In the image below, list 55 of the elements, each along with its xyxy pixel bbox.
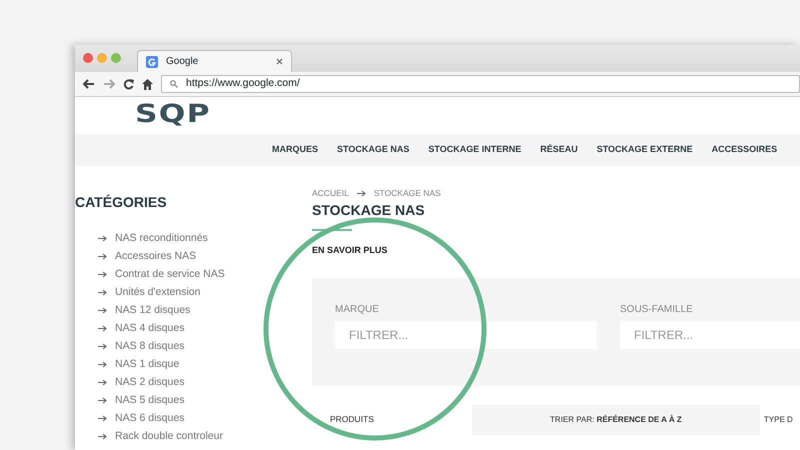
nav-link[interactable]: STOCKAGE EXTERNE	[596, 143, 693, 157]
category-link[interactable]: Rack double controleur	[115, 427, 223, 445]
close-window-icon[interactable]	[83, 52, 93, 62]
search-icon	[170, 80, 178, 88]
filter-input[interactable]: FILTRER...	[620, 320, 800, 349]
breadcrumb-link[interactable]: ACCUEIL	[312, 187, 349, 200]
arrow-icon	[98, 324, 107, 332]
category-link[interactable]: NAS 4 disques	[115, 319, 184, 337]
nav-link[interactable]: STOCKAGE NAS	[337, 143, 410, 157]
nav-link[interactable]: STOCKAGE INTERNE	[428, 143, 522, 157]
browser-tab[interactable]: Google	[137, 50, 292, 72]
tab-title: Google	[166, 55, 200, 69]
category-link[interactable]: NAS 6 disques	[115, 409, 184, 427]
nav-link[interactable]: MARQUES	[272, 143, 318, 157]
g-favicon-icon	[146, 56, 158, 68]
category-link[interactable]: Accessoires NAS	[115, 247, 196, 265]
address-bar[interactable]: https://www.google.com/	[161, 75, 800, 93]
nav-link[interactable]: RÉSEAU	[540, 143, 578, 157]
sidebar-title: CATÉGORIES	[75, 193, 168, 212]
back-icon[interactable]	[83, 79, 95, 89]
arrow-icon	[98, 234, 107, 242]
arrow-icon	[98, 288, 107, 296]
logo[interactable]: SQP	[135, 99, 211, 129]
category-link[interactable]: Contrat de service NAS	[115, 265, 225, 283]
arrow-icon	[98, 396, 107, 404]
home-icon[interactable]	[142, 78, 153, 90]
close-icon[interactable]	[276, 58, 283, 65]
arrow-icon	[98, 306, 107, 314]
arrow-icon	[98, 414, 107, 422]
arrow-icon	[98, 342, 107, 350]
sort-label: TRIER PAR: RÉFÉRENCE DE A À Z	[550, 414, 682, 426]
nav-link[interactable]: ACCESSOIRES	[712, 143, 778, 157]
arrow-icon	[98, 378, 107, 386]
category-link[interactable]: NAS 5 disques	[115, 391, 184, 409]
filter-label: MARQUE	[335, 302, 380, 317]
category-link[interactable]: NAS 1 disque	[115, 355, 180, 373]
learn-more-link[interactable]: EN SAVOIR PLUS	[312, 244, 388, 258]
breadcrumb-link[interactable]: STOCKAGE NAS	[374, 187, 441, 200]
arrow-icon	[98, 432, 107, 440]
page-title: STOCKAGE NAS	[312, 200, 426, 220]
arrow-icon	[98, 252, 107, 260]
filter-input[interactable]: FILTRER...	[335, 320, 597, 349]
category-link[interactable]: NAS 12 disques	[115, 301, 190, 319]
category-link[interactable]: Unités d'extension	[115, 283, 200, 301]
product-count: PRODUITS	[330, 413, 374, 426]
arrow-icon	[356, 190, 366, 197]
arrow-icon	[98, 270, 107, 278]
arrow-icon	[98, 360, 107, 368]
sort-dropdown[interactable]: TRIER PAR: RÉFÉRENCE DE A À Z	[472, 404, 760, 435]
category-link[interactable]: NAS 2 disques	[115, 373, 184, 391]
column-label: TYPE D	[764, 414, 793, 426]
category-link[interactable]: NAS reconditionnés	[115, 229, 208, 247]
category-link[interactable]: NAS 8 disques	[115, 337, 184, 355]
reload-icon[interactable]	[123, 78, 134, 90]
filter-label: SOUS-FAMILLE	[620, 302, 694, 317]
